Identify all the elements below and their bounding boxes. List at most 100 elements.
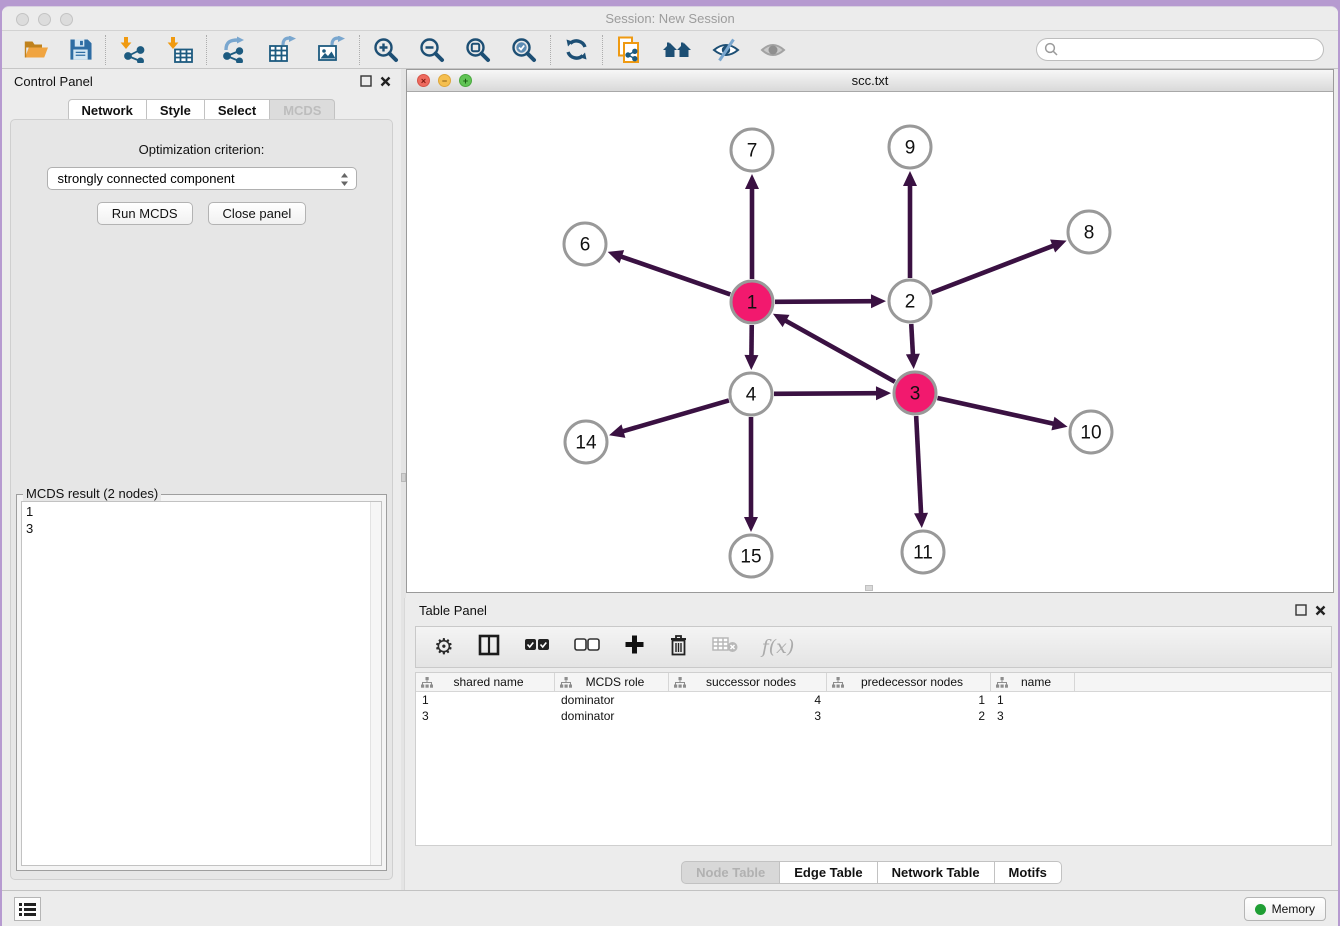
graph-edge-arrowhead bbox=[744, 517, 758, 532]
deselect-all-rows-icon[interactable] bbox=[574, 638, 600, 656]
node-table[interactable]: shared name MCDS rolesuccessor nodes prede… bbox=[415, 672, 1332, 846]
memory-status-icon bbox=[1255, 904, 1266, 915]
minimize-window-button[interactable] bbox=[38, 13, 51, 26]
graph-edge-2-3[interactable] bbox=[911, 324, 913, 357]
graph-node-label-9: 9 bbox=[905, 138, 916, 159]
network-resize-grip[interactable] bbox=[865, 585, 873, 591]
show-all-icon[interactable] bbox=[760, 38, 786, 62]
search-field-wrap bbox=[1036, 38, 1324, 61]
network-minimize-button[interactable]: − bbox=[438, 74, 451, 87]
close-table-panel-icon[interactable] bbox=[1315, 603, 1326, 621]
run-mcds-button[interactable]: Run MCDS bbox=[97, 202, 193, 225]
export-image-icon[interactable] bbox=[317, 36, 346, 63]
table-cell[interactable]: 3 bbox=[416, 708, 555, 724]
column-header-shared-name[interactable]: shared name bbox=[416, 673, 555, 691]
column-hierarchy-icon bbox=[996, 677, 1008, 688]
memory-button[interactable]: Memory bbox=[1244, 897, 1326, 921]
show-column-panel-icon[interactable] bbox=[478, 634, 500, 661]
graph-edge-arrowhead bbox=[1051, 417, 1067, 431]
table-cell[interactable]: 3 bbox=[669, 708, 827, 724]
graph-edge-1-6[interactable] bbox=[619, 256, 730, 295]
column-header-name[interactable]: name bbox=[991, 673, 1075, 691]
network-close-button[interactable]: × bbox=[417, 74, 430, 87]
column-hierarchy-icon bbox=[832, 677, 844, 688]
table-cell[interactable]: 3 bbox=[991, 708, 1075, 724]
network-graph[interactable]: 7968124314101511 bbox=[407, 92, 1333, 592]
table-tab-node-table[interactable]: Node Table bbox=[681, 861, 780, 884]
task-history-button[interactable] bbox=[14, 897, 41, 921]
zoom-out-icon[interactable] bbox=[419, 37, 445, 63]
table-tab-network-table[interactable]: Network Table bbox=[878, 861, 995, 884]
table-cell[interactable]: dominator bbox=[555, 692, 669, 708]
table-tab-motifs[interactable]: Motifs bbox=[995, 861, 1062, 884]
column-header-label: predecessor nodes bbox=[844, 675, 990, 689]
mcds-result-title: MCDS result (2 nodes) bbox=[23, 486, 161, 501]
graph-edge-1-2[interactable] bbox=[775, 301, 874, 302]
import-network-icon[interactable] bbox=[119, 36, 146, 63]
column-header-successor-nodes[interactable]: successor nodes bbox=[669, 673, 827, 691]
first-neighbors-icon[interactable] bbox=[662, 38, 692, 62]
mcds-result-text[interactable]: 1 3 bbox=[21, 501, 382, 866]
main-area: Control Panel NetworkStyleSelectMCDS Opt… bbox=[2, 69, 1338, 890]
delete-table-icon[interactable] bbox=[712, 636, 738, 658]
float-panel-icon[interactable] bbox=[360, 74, 372, 92]
table-cell[interactable]: 1 bbox=[827, 692, 991, 708]
float-table-panel-icon[interactable] bbox=[1295, 603, 1307, 621]
zoom-selected-icon[interactable] bbox=[511, 37, 537, 63]
open-file-icon[interactable] bbox=[23, 38, 49, 61]
zoom-window-button[interactable] bbox=[60, 13, 73, 26]
export-network-icon[interactable] bbox=[220, 36, 248, 63]
graph-edge-arrowhead bbox=[608, 250, 624, 263]
import-table-icon[interactable] bbox=[166, 36, 193, 63]
delete-column-icon[interactable] bbox=[669, 634, 688, 661]
status-bar: Memory bbox=[2, 890, 1338, 926]
zoom-in-icon[interactable] bbox=[373, 37, 399, 63]
table-tab-edge-table[interactable]: Edge Table bbox=[780, 861, 877, 884]
column-header-MCDS-role[interactable]: MCDS role bbox=[555, 673, 669, 691]
table-panel-title: Table Panel bbox=[419, 603, 487, 618]
network-view-window: × − + scc.txt 7968124314101511 bbox=[406, 69, 1334, 593]
graph-edge-4-3[interactable] bbox=[774, 393, 879, 394]
graph-edge-3-1[interactable] bbox=[783, 320, 894, 382]
clone-network-icon[interactable] bbox=[616, 36, 642, 64]
select-all-rows-icon[interactable] bbox=[524, 638, 550, 656]
graph-node-label-15: 15 bbox=[740, 547, 761, 568]
table-row[interactable]: 3dominator323 bbox=[416, 708, 1331, 724]
graph-node-label-14: 14 bbox=[575, 433, 597, 454]
close-panel-button[interactable]: Close panel bbox=[208, 202, 307, 225]
network-canvas[interactable]: 7968124314101511 bbox=[407, 92, 1333, 592]
function-builder-icon[interactable]: f(x) bbox=[762, 636, 795, 658]
graph-edge-3-10[interactable] bbox=[937, 398, 1055, 424]
hide-selected-icon[interactable] bbox=[712, 37, 740, 63]
table-cell[interactable]: 4 bbox=[669, 692, 827, 708]
network-maximize-button[interactable]: + bbox=[459, 74, 472, 87]
mcds-result-scrollbar[interactable] bbox=[370, 502, 381, 865]
close-window-button[interactable] bbox=[16, 13, 29, 26]
close-panel-icon[interactable] bbox=[380, 74, 391, 92]
zoom-fit-icon[interactable] bbox=[465, 37, 491, 63]
table-cell[interactable]: 1 bbox=[991, 692, 1075, 708]
table-settings-gear-icon[interactable]: ⚙ bbox=[434, 636, 454, 658]
refresh-layout-icon[interactable] bbox=[564, 37, 589, 62]
graph-node-label-1: 1 bbox=[747, 293, 758, 314]
graph-node-label-3: 3 bbox=[910, 384, 921, 405]
column-header-label: shared name bbox=[433, 675, 554, 689]
table-cell[interactable]: dominator bbox=[555, 708, 669, 724]
graph-edge-3-11[interactable] bbox=[916, 416, 921, 516]
graph-edge-4-14[interactable] bbox=[621, 400, 729, 432]
main-toolbar bbox=[2, 31, 1338, 69]
optimization-criterion-dropdown[interactable]: strongly connected component bbox=[47, 167, 357, 190]
column-header-label: MCDS role bbox=[572, 675, 668, 689]
export-table-icon[interactable] bbox=[268, 36, 297, 63]
window-title: Session: New Session bbox=[2, 7, 1338, 31]
table-cell[interactable]: 2 bbox=[827, 708, 991, 724]
save-session-icon[interactable] bbox=[69, 38, 92, 61]
add-column-icon[interactable] bbox=[624, 634, 645, 660]
search-input[interactable] bbox=[1036, 38, 1324, 61]
column-header-predecessor-nodes[interactable]: predecessor nodes bbox=[827, 673, 991, 691]
column-header-label: name bbox=[1008, 675, 1074, 689]
graph-edge-2-8[interactable] bbox=[931, 245, 1055, 293]
table-row[interactable]: 1dominator411 bbox=[416, 692, 1331, 708]
table-cell[interactable]: 1 bbox=[416, 692, 555, 708]
column-hierarchy-icon bbox=[560, 677, 572, 688]
